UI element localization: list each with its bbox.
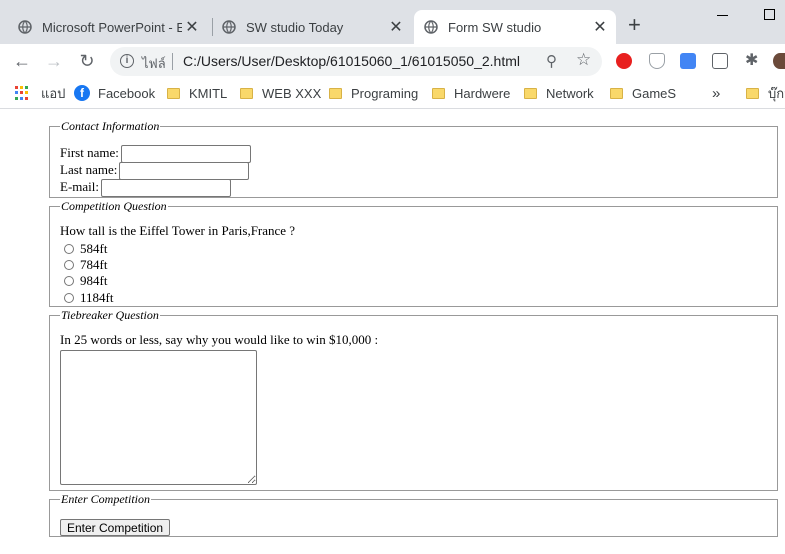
tab-close-icon[interactable]: ✕ — [182, 17, 202, 37]
tab-close-icon[interactable]: ✕ — [590, 17, 610, 37]
browser-toolbar: ← → ↻ i ไฟล์ C:/Users/User/Desktop/61015… — [0, 44, 785, 78]
last-name-row: Last name: — [60, 162, 250, 181]
email-row: E-mail: — [60, 179, 231, 198]
tiebreaker-prompt: In 25 words or less, say why you would l… — [60, 332, 379, 347]
scheme-label: ไฟล์ — [142, 56, 166, 71]
tab-title: SW studio Today — [246, 19, 344, 35]
shield-icon[interactable] — [649, 53, 665, 69]
tiebreaker-answer-textarea[interactable] — [60, 350, 257, 485]
new-tab-button[interactable]: + — [628, 14, 641, 36]
option-784ft[interactable]: 784ft — [64, 257, 107, 273]
folder-icon — [167, 87, 180, 99]
globe-icon — [424, 20, 438, 34]
maximize-icon[interactable] — [764, 9, 775, 20]
forward-arrow-icon[interactable]: → — [44, 51, 64, 71]
fieldset-legend: Competition Question — [61, 199, 167, 213]
bookmark-other[interactable]: บุ๊กม — [746, 84, 785, 102]
globe-icon — [18, 20, 32, 34]
folder-icon — [524, 87, 537, 99]
address-divider — [172, 53, 173, 70]
address-bar[interactable]: i ไฟล์ C:/Users/User/Desktop/61015060_1/… — [110, 47, 602, 76]
tiebreaker-question-fieldset: Tiebreaker Question In 25 words or less,… — [49, 308, 778, 491]
folder-icon — [329, 87, 342, 99]
apps-grid-icon — [15, 86, 29, 100]
bookmark-label: Network — [546, 85, 594, 101]
info-icon[interactable]: i — [120, 54, 134, 68]
option-label: 784ft — [80, 257, 108, 272]
email-label: E-mail: — [60, 179, 99, 194]
folder-icon — [432, 87, 445, 99]
bookmarks-bar: แอป f Facebook KMITL WEB XXX Programing … — [0, 78, 785, 109]
bookmark-programing[interactable]: Programing — [329, 84, 418, 102]
option-label: 984ft — [80, 273, 108, 288]
fieldset-legend: Tiebreaker Question — [61, 308, 159, 322]
tab-strip: Microsoft PowerPoint - Ex ✕ SW studio To… — [0, 0, 785, 44]
bookmark-apps[interactable]: แอป — [15, 84, 65, 102]
profile-avatar[interactable] — [773, 53, 785, 69]
tab-form-sw-studio[interactable]: Form SW studio ✕ — [414, 10, 616, 44]
bookmark-label: Hardwere — [454, 85, 511, 101]
tab-powerpoint[interactable]: Microsoft PowerPoint - Ex ✕ — [8, 10, 208, 44]
facebook-icon: f — [74, 85, 90, 101]
bookmark-label: KMITL — [189, 85, 228, 101]
bookmark-network[interactable]: Network — [524, 84, 594, 102]
fieldset-legend: Enter Competition — [61, 492, 150, 506]
option-584ft[interactable]: 584ft — [64, 241, 107, 257]
email-input[interactable] — [101, 179, 231, 198]
zoom-icon[interactable]: ⚲ — [546, 52, 557, 70]
radio-button[interactable] — [64, 276, 74, 286]
competition-question-fieldset: Competition Question How tall is the Eif… — [49, 199, 778, 307]
globe-icon — [222, 20, 236, 34]
tab-close-icon[interactable]: ✕ — [386, 17, 406, 37]
folder-icon — [610, 87, 623, 99]
tab-title: Microsoft PowerPoint - Ex — [42, 19, 182, 35]
last-name-label: Last name: — [60, 162, 118, 177]
back-arrow-icon[interactable]: ← — [12, 51, 32, 71]
url-text[interactable]: C:/Users/User/Desktop/61015060_1/6101505… — [183, 53, 520, 69]
bookmark-star-icon[interactable]: ☆ — [576, 50, 591, 70]
radio-button[interactable] — [64, 260, 74, 270]
folder-icon — [240, 87, 253, 99]
enter-competition-button[interactable]: Enter Competition — [60, 519, 171, 536]
option-label: 584ft — [80, 241, 108, 256]
extensions-puzzle-icon[interactable]: ✱ — [745, 53, 761, 69]
bookmark-label: GameS — [632, 85, 677, 101]
radio-button[interactable] — [64, 244, 74, 254]
bookmark-hardwere[interactable]: Hardwere — [432, 84, 510, 102]
first-name-row: First name: — [60, 145, 251, 164]
tab-sw-studio-today[interactable]: SW studio Today ✕ — [212, 10, 412, 44]
bookmark-kmitl[interactable]: KMITL — [167, 84, 227, 102]
bookmark-web-xxx[interactable]: WEB XXX — [240, 84, 321, 102]
first-name-input[interactable] — [120, 145, 251, 164]
first-name-label: First name: — [60, 145, 119, 160]
bookmarks-overflow-button[interactable]: » — [712, 84, 720, 102]
bookmark-label: WEB XXX — [262, 85, 322, 101]
bookmark-label: บุ๊กม — [768, 85, 785, 101]
translate-icon[interactable] — [680, 53, 696, 69]
adblock-icon[interactable] — [616, 53, 632, 69]
minimize-icon[interactable] — [717, 15, 728, 16]
option-984ft[interactable]: 984ft — [64, 273, 107, 289]
contact-information-fieldset: Contact Information First name: Last nam… — [49, 119, 778, 198]
bookmark-games[interactable]: GameS — [610, 84, 676, 102]
bookmark-label: Facebook — [98, 85, 156, 101]
cast-icon[interactable] — [712, 53, 728, 69]
option-label: 1184ft — [80, 290, 114, 305]
bookmark-facebook[interactable]: f Facebook — [74, 84, 155, 102]
bookmark-label: แอป — [41, 85, 66, 101]
tab-title: Form SW studio — [448, 19, 542, 35]
enter-competition-fieldset: Enter Competition Enter Competition — [49, 492, 778, 537]
competition-question-text: How tall is the Eiffel Tower in Paris,Fr… — [60, 223, 296, 238]
reload-icon[interactable]: ↻ — [77, 51, 97, 71]
page-content: Contact Information First name: Last nam… — [0, 110, 785, 554]
folder-icon — [746, 87, 759, 99]
radio-button[interactable] — [64, 293, 74, 303]
fieldset-legend: Contact Information — [61, 119, 160, 133]
last-name-input[interactable] — [119, 162, 250, 181]
bookmark-label: Programing — [351, 85, 419, 101]
option-1184ft[interactable]: 1184ft — [64, 290, 113, 306]
